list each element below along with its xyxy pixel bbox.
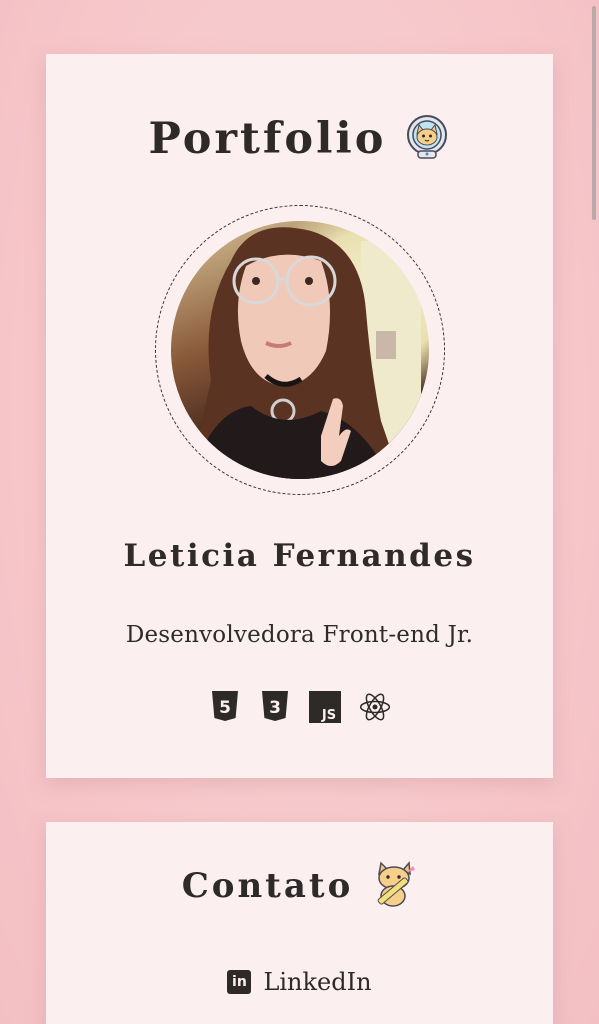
contact-title: Contato [181, 866, 354, 906]
html5-label: 5 [219, 698, 231, 718]
profile-name: Leticia Fernandes [123, 538, 476, 574]
javascript-icon: JS [308, 691, 341, 723]
astronaut-cat-icon [404, 114, 450, 164]
contact-card: Contato in LinkedIn [46, 822, 553, 1024]
portfolio-title: Portfolio [148, 114, 387, 164]
javascript-label: JS [320, 708, 335, 723]
react-icon [359, 691, 391, 723]
cat-pencil-icon [371, 860, 417, 912]
avatar-frame [155, 205, 445, 495]
tech-stack: 5 3 JS [46, 691, 553, 723]
contact-title-row: Contato [46, 860, 553, 912]
profile-role: Desenvolvedora Front-end Jr. [125, 622, 474, 648]
portfolio-card: Portfolio Leticia Fernandes Desenvolvedo… [46, 54, 553, 778]
css3-label: 3 [269, 698, 281, 718]
html5-icon: 5 [209, 691, 241, 723]
page-scrollbar[interactable] [592, 6, 596, 220]
css3-icon: 3 [259, 691, 291, 723]
avatar [171, 221, 429, 479]
linkedin-icon: in [227, 970, 252, 994]
portfolio-title-row: Portfolio [46, 114, 553, 164]
linkedin-label: LinkedIn [263, 968, 372, 996]
linkedin-link[interactable]: in LinkedIn [46, 968, 553, 996]
